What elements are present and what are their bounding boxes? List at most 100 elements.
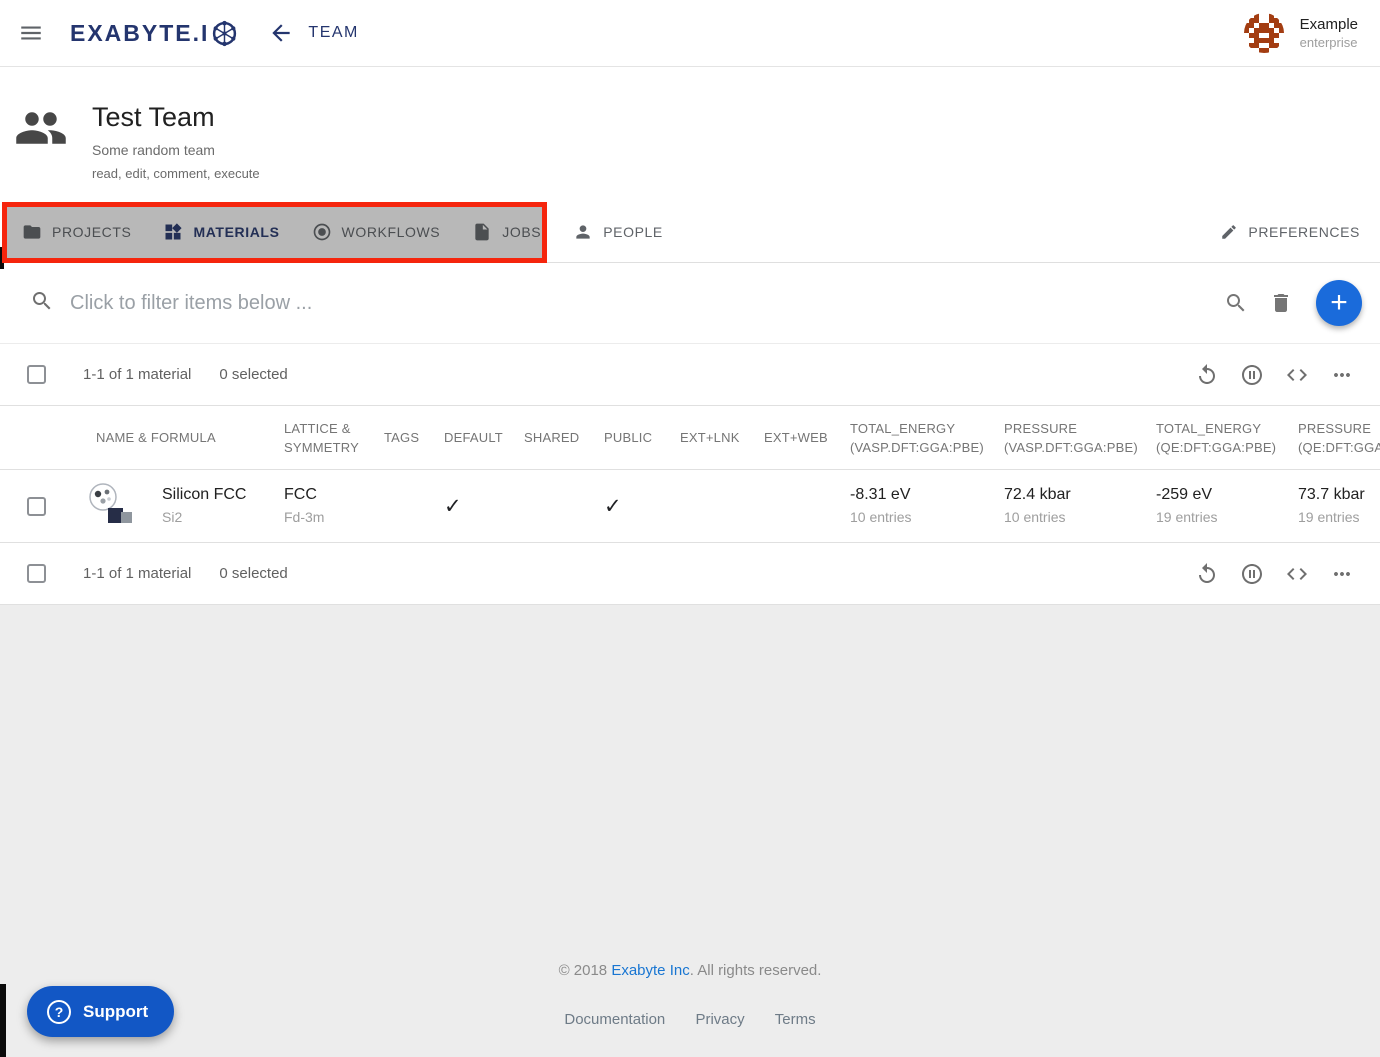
folder-icon: [22, 222, 42, 242]
more-options-icon[interactable]: [1330, 363, 1354, 387]
refresh-icon[interactable]: [1195, 562, 1219, 586]
material-name-cell[interactable]: Silicon FCC Si2: [70, 482, 270, 530]
material-name-block: Silicon FCC Si2: [162, 484, 246, 528]
user-plan: enterprise: [1300, 34, 1358, 51]
col-header-tags[interactable]: TAGS: [370, 428, 430, 447]
terms-link[interactable]: Terms: [775, 1011, 816, 1028]
team-group-icon: [14, 101, 68, 160]
page-breadcrumb: TEAM: [308, 24, 358, 42]
exabyte-logo[interactable]: EXABYTE.I: [70, 20, 238, 47]
code-icon[interactable]: [1285, 363, 1309, 387]
trash-icon[interactable]: [1269, 291, 1293, 315]
pencil-icon: [1220, 223, 1238, 241]
col-header-pressure-qe[interactable]: PRESSURE(QE:DFT:GGA:PBE): [1284, 419, 1380, 457]
prop-value: -8.31 eV: [850, 484, 990, 506]
prop-value: 73.7 kbar: [1298, 484, 1380, 506]
user-menu[interactable]: Example enterprise: [1244, 13, 1362, 53]
col-header-pressure-vasp[interactable]: PRESSURE(VASP.DFT:GGA:PBE): [990, 419, 1142, 457]
select-all-checkbox[interactable]: [27, 365, 46, 384]
user-name: Example: [1300, 15, 1358, 34]
add-material-button[interactable]: +: [1316, 280, 1362, 326]
screen-edge-artifact: [0, 247, 4, 269]
prop-value: -259 eV: [1156, 484, 1284, 506]
pause-circle-icon[interactable]: [1240, 562, 1264, 586]
person-icon: [573, 222, 593, 242]
row-checkbox[interactable]: [27, 497, 46, 516]
prop-entries: 10 entries: [1004, 506, 1142, 528]
workflow-icon: [312, 222, 332, 242]
toolbar-actions: [1195, 363, 1354, 387]
prop-entries: 10 entries: [850, 506, 990, 528]
symmetry-group: Fd-3m: [284, 506, 370, 528]
public-check-icon: ✓: [590, 494, 666, 519]
preferences-button[interactable]: PREFERENCES: [1204, 201, 1380, 262]
table-header-row: NAME & FORMULA LATTICE &SYMMETRY TAGS DE…: [0, 406, 1380, 470]
pressure-vasp-cell: 72.4 kbar 10 entries: [990, 484, 1142, 528]
col-header-name-formula[interactable]: NAME & FORMULA: [70, 428, 270, 447]
material-name: Silicon FCC: [162, 484, 246, 506]
col-header-ext-lnk[interactable]: EXT+LNK: [666, 428, 750, 447]
col-header-default[interactable]: DEFAULT: [430, 428, 510, 447]
copyright-prefix: © 2018: [559, 962, 612, 979]
tab-label: PROJECTS: [52, 224, 131, 240]
team-subtitle: Some random team: [92, 142, 260, 158]
help-icon: ?: [47, 1000, 71, 1024]
more-options-icon[interactable]: [1330, 562, 1354, 586]
material-thumbnail: [88, 482, 136, 530]
tab-people[interactable]: PEOPLE: [557, 201, 679, 262]
lattice-type: FCC: [284, 484, 370, 506]
tab-projects[interactable]: PROJECTS: [0, 201, 147, 262]
code-icon[interactable]: [1285, 562, 1309, 586]
refresh-icon[interactable]: [1195, 363, 1219, 387]
tab-workflows[interactable]: WORKFLOWS: [296, 201, 457, 262]
team-header: Test Team Some random team read, edit, c…: [0, 67, 1380, 201]
tab-materials[interactable]: MATERIALS: [147, 201, 295, 262]
support-label: Support: [83, 1002, 148, 1022]
list-toolbar-top: 1-1 of 1 material 0 selected: [0, 344, 1380, 406]
team-permissions: read, edit, comment, execute: [92, 166, 260, 181]
team-text-block: Test Team Some random team read, edit, c…: [92, 101, 260, 181]
filter-input[interactable]: [70, 292, 1224, 315]
total-energy-vasp-cell: -8.31 eV 10 entries: [836, 484, 990, 528]
col-header-shared[interactable]: SHARED: [510, 428, 590, 447]
list-toolbar-bottom: 1-1 of 1 material 0 selected: [0, 543, 1380, 605]
preferences-label: PREFERENCES: [1248, 224, 1360, 240]
company-link[interactable]: Exabyte Inc: [611, 962, 689, 979]
selected-count: 0 selected: [219, 366, 287, 383]
copyright: © 2018 Exabyte Inc. All rights reserved.: [0, 962, 1380, 979]
copyright-suffix: . All rights reserved.: [690, 962, 822, 979]
pause-circle-icon[interactable]: [1240, 363, 1264, 387]
search-icon[interactable]: [1224, 291, 1248, 315]
filter-search-icon: [30, 289, 54, 318]
documentation-link[interactable]: Documentation: [564, 1011, 665, 1028]
back-arrow-icon[interactable]: [268, 20, 294, 46]
selected-count: 0 selected: [219, 565, 287, 582]
filter-bar: +: [0, 263, 1380, 344]
menu-icon[interactable]: [18, 20, 44, 46]
col-header-ext-web[interactable]: EXT+WEB: [750, 428, 836, 447]
pagination-count: 1-1 of 1 material: [83, 565, 191, 582]
tab-strip: PROJECTS MATERIALS WORKFLOWS JOBS PEOPLE…: [0, 201, 1380, 263]
tab-jobs[interactable]: JOBS: [456, 201, 557, 262]
user-avatar: [1244, 13, 1284, 53]
jobs-file-icon: [472, 222, 492, 242]
material-row[interactable]: Silicon FCC Si2 FCC Fd-3m ✓ ✓ -8.31 eV 1…: [0, 470, 1380, 543]
tab-label: MATERIALS: [193, 224, 279, 240]
col-header-total-energy-vasp[interactable]: TOTAL_ENERGY(VASP.DFT:GGA:PBE): [836, 419, 990, 457]
col-header-public[interactable]: PUBLIC: [590, 428, 666, 447]
support-button[interactable]: ? Support: [27, 986, 174, 1037]
privacy-link[interactable]: Privacy: [695, 1011, 744, 1028]
lattice-cell: FCC Fd-3m: [270, 484, 370, 528]
prop-value: 72.4 kbar: [1004, 484, 1142, 506]
atom-icon: [211, 20, 238, 47]
select-all-checkbox[interactable]: [27, 564, 46, 583]
col-header-lattice-symmetry[interactable]: LATTICE &SYMMETRY: [270, 419, 370, 457]
app-window: EXABYTE.I TEAM: [0, 0, 1380, 1057]
footer-links: Documentation Privacy Terms: [0, 1011, 1380, 1028]
plus-icon: +: [1330, 288, 1348, 318]
material-formula: Si2: [162, 506, 246, 528]
col-header-total-energy-qe[interactable]: TOTAL_ENERGY(QE:DFT:GGA:PBE): [1142, 419, 1284, 457]
screen-edge-artifact: [0, 984, 6, 1057]
pressure-qe-cell: 73.7 kbar 19 entries: [1284, 484, 1380, 528]
team-title: Test Team: [92, 101, 260, 133]
